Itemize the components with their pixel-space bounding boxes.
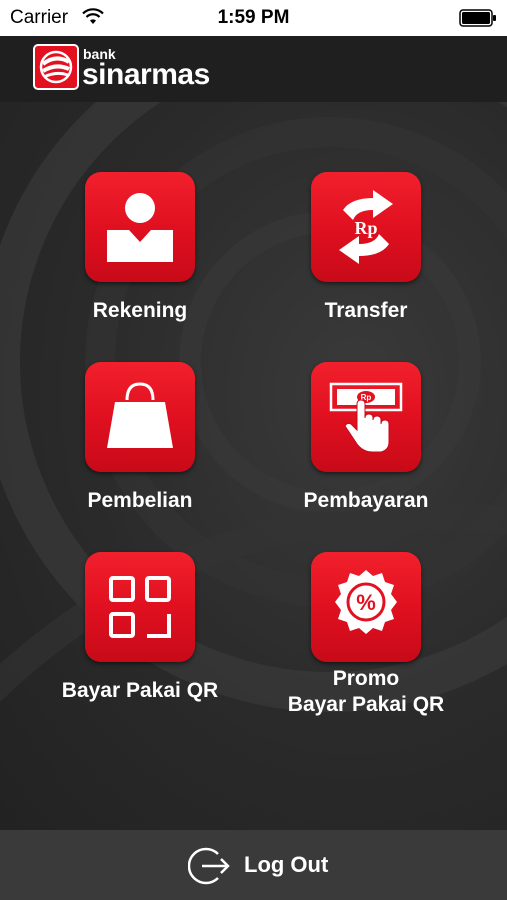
menu-item-pembelian[interactable]: Pembelian [30,362,250,514]
battery-icon [459,9,496,27]
menu-item-pembayaran[interactable]: Rp Pembayaran [256,362,476,514]
pembayaran-button[interactable]: Rp [311,362,421,472]
bayar-qr-label: Bayar Pakai QR [61,679,219,702]
logout-label: Log Out [244,852,329,877]
promo-percent-text: % [356,590,376,615]
promo-label-line1: Promo [332,667,400,690]
app-header: bank sinarmas [0,36,507,102]
menu-item-rekening[interactable]: Rekening [30,172,250,324]
rekening-button[interactable] [85,172,195,282]
rekening-label: Rekening [92,299,188,322]
main-menu: Rekening Rp Transfer Pembelian Rp Pembay… [0,102,507,830]
sinarmas-logo-icon [33,44,79,90]
transfer-rp-icon: Rp [339,190,393,264]
transfer-rp-text: Rp [354,218,377,238]
transfer-label: Transfer [324,299,408,322]
clock: 1:59 PM [217,7,290,28]
menu-item-bayar-pakai-qr[interactable]: Bayar Pakai QR [30,552,250,704]
footer-bar: Log Out [0,830,507,900]
promo-label: Promo Bayar Pakai QR [256,666,476,718]
logo-brand-text: sinarmas [82,58,210,91]
menu-item-transfer[interactable]: Rp Transfer [256,172,476,324]
shopping-bag-icon [107,382,173,448]
bayar-qr-button[interactable] [85,552,195,662]
transfer-button[interactable]: Rp [311,172,421,282]
person-icon [107,193,173,262]
logout-icon [188,847,230,885]
pembayaran-label: Pembayaran [303,489,429,512]
status-bar: Carrier 1:59 PM [0,0,507,36]
pembelian-label: Pembelian [87,489,193,512]
qr-icon [109,576,171,638]
pembelian-button[interactable] [85,362,195,472]
promo-label-line2: Bayar Pakai QR [287,693,445,716]
promo-qr-button[interactable]: % [311,552,421,662]
payment-hand-icon: Rp [329,382,403,453]
promo-percent-icon: % [335,570,397,634]
menu-item-promo-bayar-pakai-qr[interactable]: % Promo Bayar Pakai QR [256,552,476,718]
